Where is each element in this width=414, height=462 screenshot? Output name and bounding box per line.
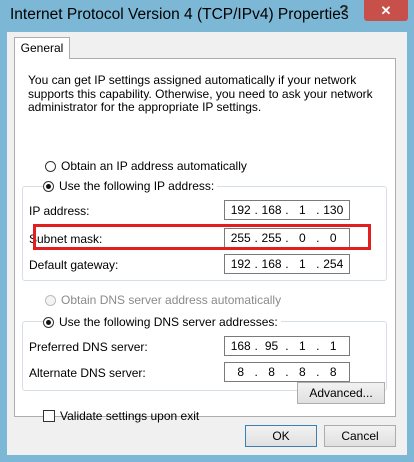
octet-separator: . (254, 339, 258, 353)
octet: 168 (230, 339, 251, 353)
tab-general[interactable]: General (14, 37, 70, 59)
validate-settings-checkbox[interactable]: Validate settings upon exit (43, 409, 199, 423)
octet: 1 (299, 203, 306, 217)
octet-separator: . (285, 203, 289, 217)
octet: 130 (323, 203, 344, 217)
radio-label: Obtain an IP address automatically (61, 159, 247, 173)
dialog-window: Internet Protocol Version 4 (TCP/IPv4) P… (0, 0, 414, 462)
radio-button[interactable] (43, 180, 54, 192)
advanced-button[interactable]: Advanced... (297, 382, 385, 404)
radio-use-following-dns[interactable]: Use the following DNS server addresses: (43, 314, 281, 330)
octet-separator: . (316, 365, 320, 379)
close-icon: ✕ (380, 3, 392, 18)
preferred-dns-input[interactable]: 168. 95. 1. 1 (224, 336, 350, 356)
octet: 8 (237, 365, 245, 379)
radio-button[interactable] (45, 160, 56, 172)
cancel-button[interactable]: Cancel (324, 425, 396, 447)
octet-separator: . (285, 339, 289, 353)
octet: 192 (230, 203, 251, 217)
dialog-client-area: General You can get IP settings assigned… (7, 32, 407, 455)
octet: 254 (323, 257, 344, 271)
radio-button[interactable] (45, 294, 56, 306)
octet: 95 (264, 339, 279, 353)
ip-address-label: IP address: (29, 204, 90, 218)
octet: 1 (329, 339, 337, 353)
octet-separator: . (254, 257, 258, 271)
checkbox-label: Validate settings upon exit (60, 409, 200, 423)
default-gateway-input[interactable]: 192. 168. 1. 254 (224, 254, 350, 274)
help-button[interactable]: ? (330, 0, 358, 22)
octet-separator: . (316, 257, 320, 271)
octet-separator: . (254, 365, 258, 379)
octet-separator: . (285, 257, 289, 271)
checkbox[interactable] (43, 410, 55, 422)
general-tab-panel: You can get IP settings assigned automat… (14, 58, 396, 423)
radio-obtain-dns-auto[interactable]: Obtain DNS server address automatically (45, 292, 285, 308)
radio-button[interactable] (43, 316, 54, 328)
octet-separator: . (254, 203, 258, 217)
ip-address-input[interactable]: 192. 168. 1. 130 (224, 200, 350, 220)
alternate-dns-input[interactable]: 8. 8. 8. 8 (224, 362, 350, 382)
radio-label: Use the following DNS server addresses: (59, 315, 278, 329)
octet-separator: . (285, 365, 289, 379)
octet: 8 (329, 365, 337, 379)
radio-label: Obtain DNS server address automatically (61, 293, 282, 307)
octet: 1 (299, 257, 306, 271)
octet: 1 (299, 339, 306, 353)
octet: 192 (230, 257, 251, 271)
radio-use-following-ip[interactable]: Use the following IP address: (43, 178, 218, 194)
preferred-dns-label: Preferred DNS server: (29, 340, 148, 354)
octet: 168 (261, 257, 282, 271)
octet-separator: . (316, 339, 320, 353)
default-gateway-label: Default gateway: (29, 258, 119, 272)
subnet-mask-highlight (33, 224, 371, 250)
radio-obtain-ip-auto[interactable]: Obtain an IP address automatically (45, 158, 250, 174)
alternate-dns-label: Alternate DNS server: (29, 366, 146, 380)
octet-separator: . (316, 203, 320, 217)
octet: 168 (261, 203, 282, 217)
window-title: Internet Protocol Version 4 (TCP/IPv4) P… (10, 6, 349, 23)
octet: 8 (299, 365, 306, 379)
radio-label: Use the following IP address: (59, 179, 215, 193)
close-button[interactable]: ✕ (364, 0, 408, 21)
ok-button[interactable]: OK (245, 425, 317, 447)
description-text: You can get IP settings assigned automat… (28, 73, 373, 114)
octet: 8 (268, 365, 275, 379)
title-bar[interactable]: Internet Protocol Version 4 (TCP/IPv4) P… (0, 0, 414, 32)
